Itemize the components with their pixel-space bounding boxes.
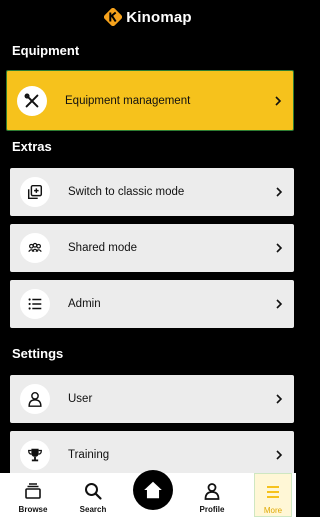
tab-search-label: Search: [79, 505, 107, 514]
classic-mode-label: Switch to classic mode: [68, 186, 185, 198]
tab-profile-label: Profile: [199, 505, 225, 514]
chevron-right-icon: [276, 450, 283, 460]
shared-mode-item[interactable]: Shared mode: [10, 224, 294, 272]
profile-icon: [204, 483, 220, 500]
training-label: Training: [68, 449, 110, 461]
chevron-right-icon: [276, 394, 283, 404]
tab-browse[interactable]: Browse: [4, 473, 62, 517]
tools-icon: [17, 85, 47, 116]
tab-profile[interactable]: Profile: [183, 473, 241, 517]
kinomap-logo-icon: [104, 8, 123, 26]
tab-browse-label: Browse: [18, 505, 48, 514]
browse-icon: [25, 483, 41, 499]
chevron-right-icon: [275, 95, 282, 106]
tab-more-label: More: [263, 506, 283, 515]
admin-item[interactable]: Admin: [10, 280, 294, 328]
chevron-right-icon: [276, 299, 283, 309]
admin-label: Admin: [68, 298, 101, 310]
section-title-equipment: Equipment: [12, 43, 80, 58]
tab-search[interactable]: Search: [64, 473, 122, 517]
shared-mode-label: Shared mode: [68, 242, 138, 254]
list-icon: [20, 289, 50, 319]
chevron-right-icon: [276, 243, 283, 253]
brand-name: Kinomap: [126, 8, 192, 26]
home-icon: [144, 481, 162, 499]
trophy-icon: [20, 440, 50, 470]
app-header: Kinomap: [0, 0, 296, 34]
user-item[interactable]: User: [10, 375, 294, 423]
section-title-extras: Extras: [12, 139, 52, 154]
tab-more[interactable]: More: [254, 473, 292, 517]
section-title-settings: Settings: [12, 346, 64, 361]
equipment-management-item[interactable]: Equipment management: [6, 70, 294, 131]
home-button[interactable]: [133, 470, 173, 510]
search-icon: [85, 483, 102, 500]
equipment-management-label: Equipment management: [65, 94, 191, 107]
user-icon: [20, 384, 50, 414]
user-label: User: [68, 393, 93, 405]
brand-logo: Kinomap: [104, 8, 192, 26]
menu-icon: [267, 486, 279, 498]
group-icon: [20, 233, 50, 263]
classic-mode-item[interactable]: Switch to classic mode: [10, 168, 294, 216]
chevron-right-icon: [276, 187, 283, 197]
classic-mode-icon: [20, 177, 50, 207]
